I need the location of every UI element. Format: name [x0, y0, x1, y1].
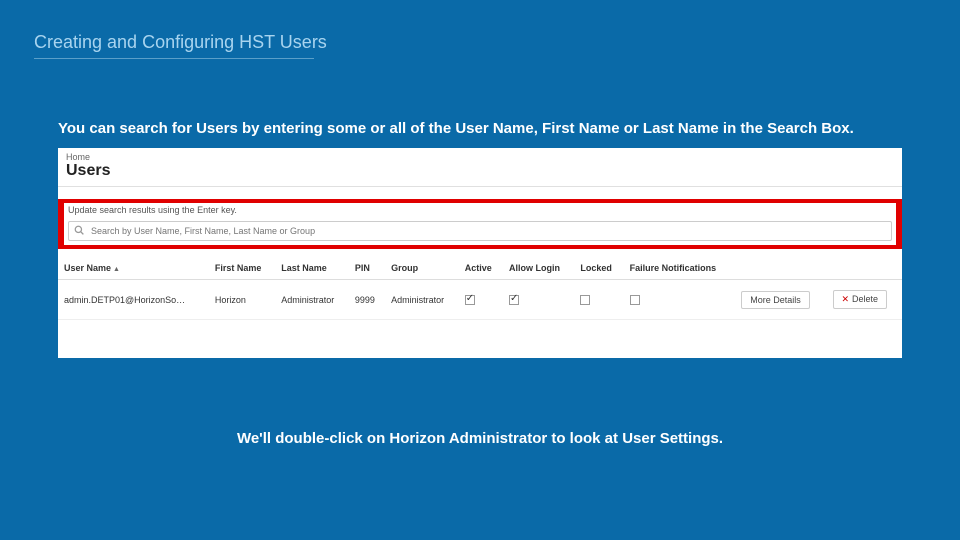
col-failure[interactable]: Failure Notifications — [624, 257, 736, 280]
cell-delete: ✕Delete — [827, 280, 903, 320]
cell-pin: 9999 — [349, 280, 385, 320]
breadcrumb[interactable]: Home — [58, 148, 902, 162]
table-header-row: User Name▲ First Name Last Name PIN Grou… — [58, 257, 902, 280]
users-table: User Name▲ First Name Last Name PIN Grou… — [58, 257, 902, 320]
more-details-button[interactable]: More Details — [741, 291, 810, 309]
failure-checkbox[interactable] — [630, 295, 640, 305]
cell-active — [459, 280, 503, 320]
delete-button[interactable]: ✕Delete — [833, 290, 888, 309]
col-last-name[interactable]: Last Name — [275, 257, 349, 280]
col-allow-login[interactable]: Allow Login — [503, 257, 574, 280]
col-locked[interactable]: Locked — [574, 257, 623, 280]
close-icon: ✕ — [842, 294, 850, 304]
col-active[interactable]: Active — [459, 257, 503, 280]
search-highlight: Update search results using the Enter ke… — [58, 201, 902, 247]
instruction-text: You can search for Users by entering som… — [58, 120, 854, 137]
cell-more: More Details — [735, 280, 826, 320]
locked-checkbox[interactable] — [580, 295, 590, 305]
search-hint: Update search results using the Enter ke… — [58, 201, 902, 217]
table-row[interactable]: admin.DETP01@HorizonSo… Horizon Administ… — [58, 280, 902, 320]
title-underline — [34, 58, 314, 59]
cell-failure — [624, 280, 736, 320]
cell-allow-login — [503, 280, 574, 320]
col-group[interactable]: Group — [385, 257, 459, 280]
search-icon — [74, 225, 84, 235]
cell-user-name: admin.DETP01@HorizonSo… — [58, 280, 209, 320]
slide-title: Creating and Configuring HST Users — [34, 32, 327, 53]
col-actions-2 — [827, 257, 903, 280]
page-title: Users — [58, 162, 902, 187]
users-panel: Home Users + Update search results using… — [58, 148, 902, 358]
cell-locked — [574, 280, 623, 320]
search-wrap — [58, 217, 902, 247]
col-user-name[interactable]: User Name▲ — [58, 257, 209, 280]
col-first-name[interactable]: First Name — [209, 257, 275, 280]
cell-group: Administrator — [385, 280, 459, 320]
search-input[interactable] — [68, 221, 892, 241]
col-user-name-label: User Name — [64, 263, 111, 273]
sort-asc-icon: ▲ — [113, 266, 120, 273]
cell-first-name: Horizon — [209, 280, 275, 320]
cell-last-name: Administrator — [275, 280, 349, 320]
allow-login-checkbox[interactable] — [509, 295, 519, 305]
caption-text: We'll double-click on Horizon Administra… — [0, 430, 960, 447]
col-actions-1 — [735, 257, 826, 280]
active-checkbox[interactable] — [465, 295, 475, 305]
delete-label: Delete — [852, 294, 878, 304]
col-pin[interactable]: PIN — [349, 257, 385, 280]
